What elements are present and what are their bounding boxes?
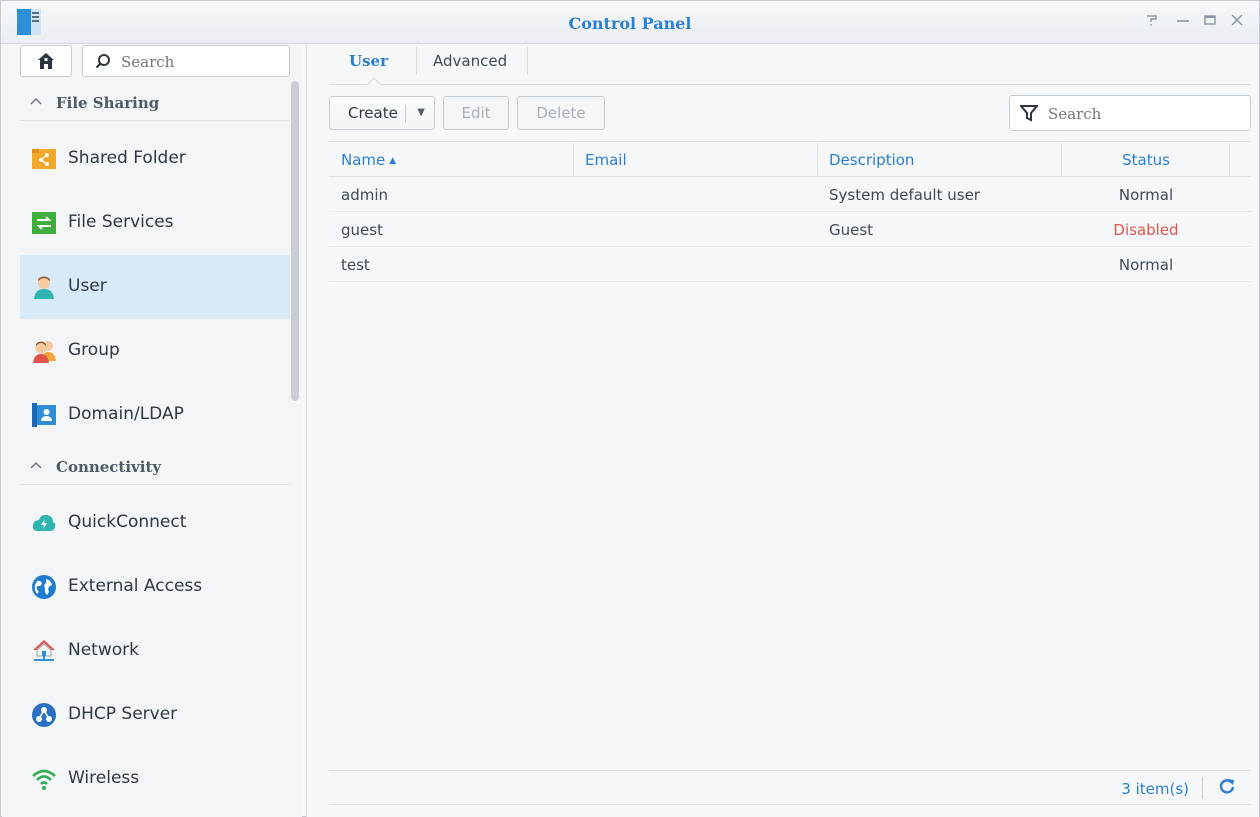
- active-tab-indicator: [367, 77, 381, 85]
- create-button-label: Create: [348, 104, 398, 122]
- sort-ascending-icon: ▲: [389, 156, 397, 166]
- sidebar-search-input[interactable]: [121, 52, 281, 72]
- main-panel: User Advanced Create ▼ Edit Delete Name▲: [307, 45, 1259, 817]
- tab-bar: User Advanced: [329, 45, 1251, 85]
- button-divider: [405, 105, 406, 123]
- column-header-description[interactable]: Description: [829, 151, 914, 169]
- network-icon: [32, 639, 56, 663]
- section-file-sharing[interactable]: File Sharing: [20, 85, 290, 121]
- table-search[interactable]: [1009, 95, 1251, 131]
- refresh-icon[interactable]: [1219, 778, 1235, 799]
- sidebar-item-file-services[interactable]: File Services: [20, 191, 290, 255]
- help-icon[interactable]: [1141, 11, 1163, 33]
- external-access-icon: [32, 575, 56, 599]
- sidebar-item-label: File Services: [68, 212, 174, 232]
- sidebar-item-label: Group: [68, 340, 120, 360]
- edit-button[interactable]: Edit: [443, 96, 509, 130]
- cell-description: System default user: [829, 186, 980, 204]
- sidebar-item-label: Domain/LDAP: [68, 404, 184, 424]
- footer-divider: [1202, 777, 1203, 799]
- filter-icon: [1020, 105, 1038, 122]
- dhcp-server-icon: [32, 703, 56, 727]
- sidebar-item-network[interactable]: Network: [20, 619, 290, 683]
- sidebar-item-group[interactable]: Group: [20, 319, 290, 383]
- table-header: Name ▲ Email Description Status: [329, 141, 1251, 177]
- sidebar-item-label: Wireless: [68, 768, 140, 788]
- section-title: File Sharing: [56, 94, 160, 112]
- sidebar-item-label: QuickConnect: [68, 512, 187, 532]
- cell-status-disabled: Disabled: [1113, 221, 1179, 239]
- cell-description: Guest: [829, 221, 874, 239]
- user-icon: [32, 275, 56, 299]
- table-row[interactable]: admin System default user Normal: [329, 177, 1251, 212]
- column-divider[interactable]: [573, 143, 574, 177]
- search-icon: [95, 54, 110, 69]
- create-button[interactable]: Create ▼: [329, 96, 435, 130]
- sidebar-item-label: Shared Folder: [68, 148, 186, 168]
- sidebar-item-label: User: [68, 276, 107, 296]
- cell-name: admin: [341, 186, 388, 204]
- sidebar-item-label: Network: [68, 640, 139, 660]
- chevron-up-icon: [30, 459, 42, 474]
- column-divider[interactable]: [1229, 143, 1230, 177]
- window-title: Control Panel: [568, 14, 692, 33]
- table-search-input[interactable]: [1048, 104, 1238, 124]
- sidebar-item-label: External Access: [68, 576, 203, 596]
- home-icon: [38, 53, 54, 69]
- cell-status: Normal: [1118, 186, 1174, 204]
- sidebar-item-wireless[interactable]: Wireless: [20, 747, 290, 811]
- shared-folder-icon: [32, 147, 56, 171]
- item-count: 3 item(s): [1121, 780, 1189, 798]
- minimize-icon[interactable]: [1172, 11, 1194, 33]
- sidebar-item-external-access[interactable]: External Access: [20, 555, 290, 619]
- domain-ldap-icon: [32, 403, 56, 427]
- sidebar-search[interactable]: [82, 45, 290, 77]
- sidebar-item-shared-folder[interactable]: Shared Folder: [20, 127, 290, 191]
- sidebar-item-domain-ldap[interactable]: Domain/LDAP: [20, 383, 290, 447]
- file-services-icon: [32, 211, 56, 235]
- section-title: Connectivity: [56, 458, 162, 476]
- cell-name: guest: [341, 221, 383, 239]
- sidebar-item-dhcp-server[interactable]: DHCP Server: [20, 683, 290, 747]
- cell-status: Normal: [1118, 256, 1174, 274]
- table-footer: 3 item(s): [329, 770, 1251, 805]
- quickconnect-icon: [32, 511, 56, 535]
- sidebar-scrollbar[interactable]: [291, 81, 299, 401]
- column-header-name[interactable]: Name ▲: [341, 151, 396, 169]
- group-icon: [32, 339, 56, 363]
- maximize-icon[interactable]: [1199, 11, 1221, 33]
- sidebar: File Sharing Shared Folder File Serv: [2, 45, 302, 817]
- caret-down-icon[interactable]: ▼: [417, 97, 425, 129]
- column-header-email[interactable]: Email: [585, 151, 627, 169]
- column-label: Name: [341, 151, 386, 169]
- chevron-up-icon: [30, 95, 42, 110]
- close-icon[interactable]: [1226, 11, 1248, 33]
- column-divider[interactable]: [1061, 143, 1062, 177]
- title-bar: Control Panel: [1, 1, 1259, 44]
- tab-advanced[interactable]: Advanced: [413, 45, 527, 85]
- sidebar-item-quickconnect[interactable]: QuickConnect: [20, 491, 290, 555]
- control-panel-window: Control Panel Search File Sharing Shared…: [0, 0, 1260, 817]
- table-row[interactable]: test Normal: [329, 247, 1251, 282]
- column-header-status[interactable]: Status: [1071, 151, 1221, 169]
- home-button[interactable]: [20, 45, 72, 77]
- wireless-icon: [32, 767, 56, 791]
- delete-button[interactable]: Delete: [517, 96, 605, 130]
- column-divider[interactable]: [817, 143, 818, 177]
- cell-name: test: [341, 256, 370, 274]
- section-connectivity[interactable]: Connectivity: [20, 449, 290, 485]
- sidebar-item-label: DHCP Server: [68, 704, 178, 724]
- tab-divider: [527, 47, 528, 75]
- table-row[interactable]: guest Guest Disabled: [329, 212, 1251, 247]
- sidebar-item-user[interactable]: User: [20, 255, 290, 319]
- user-table: Name ▲ Email Description Status admin Sys…: [329, 141, 1251, 771]
